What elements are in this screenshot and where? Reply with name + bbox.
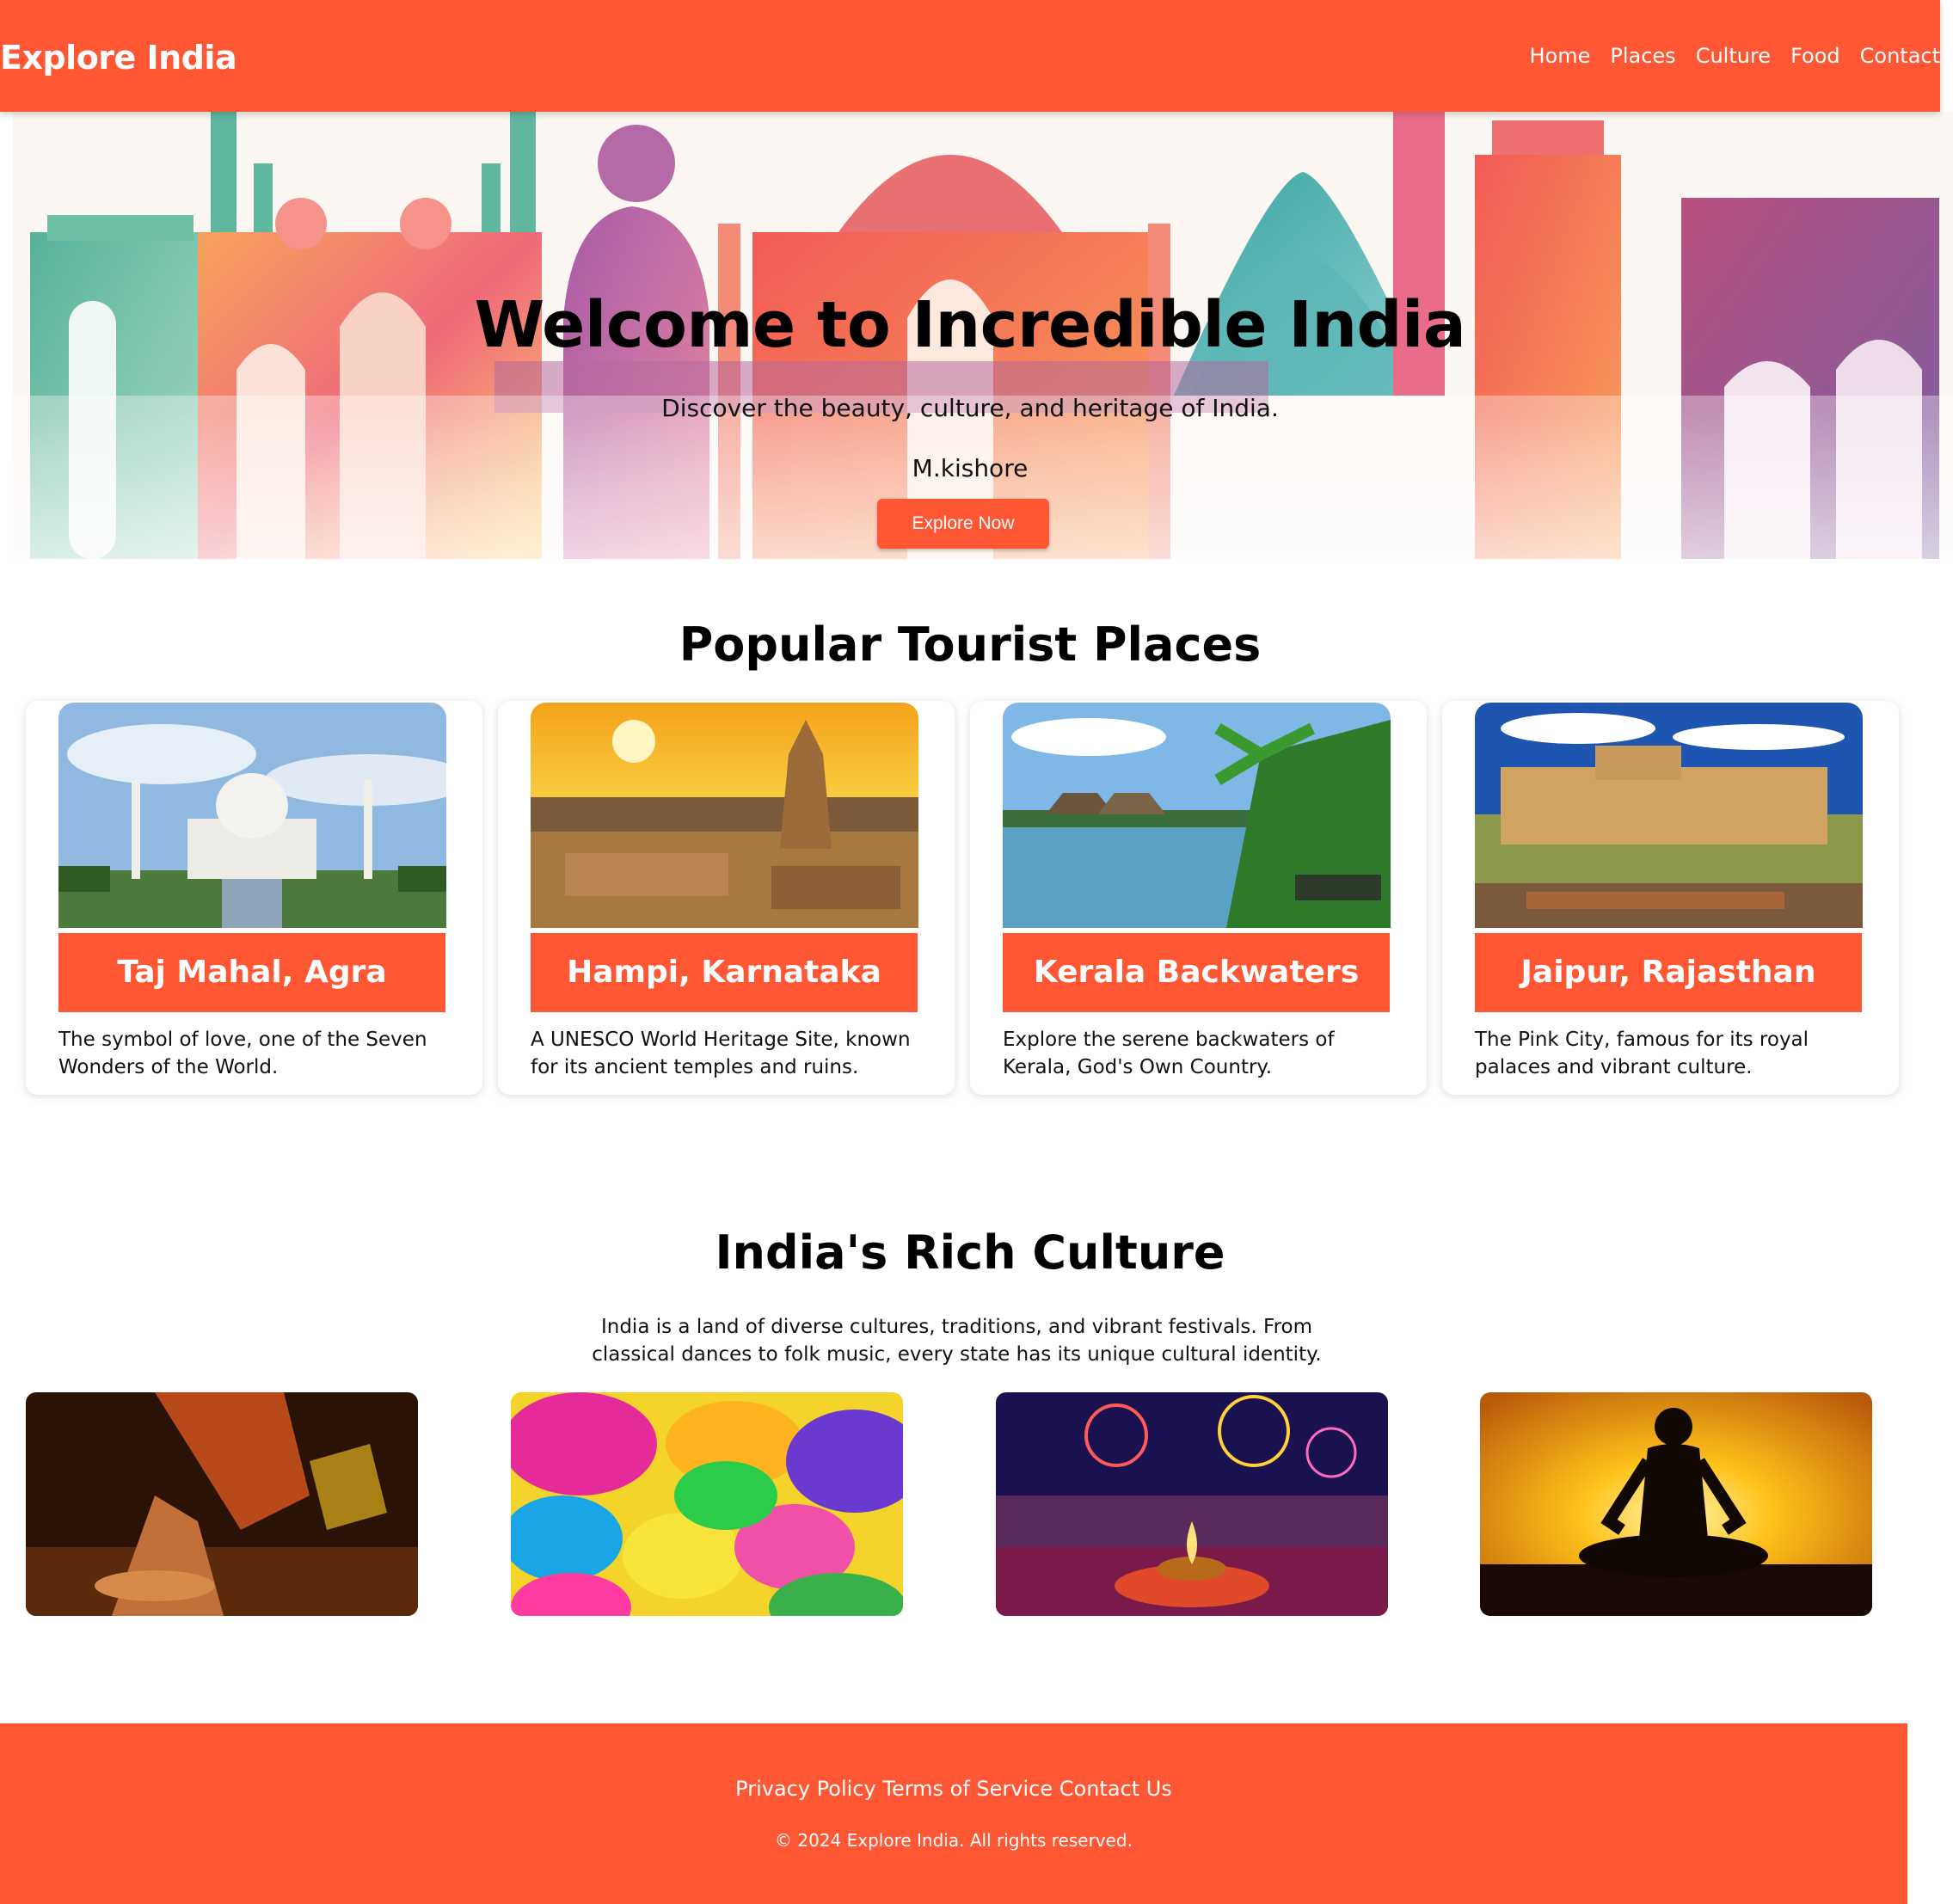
place-card-description: A UNESCO World Heritage Site, known for … [531, 1029, 911, 1078]
hero-author: M.kishore [912, 454, 1029, 482]
place-card-title: Jaipur, Rajasthan [1475, 933, 1862, 1012]
taj-mahal-photo [58, 703, 446, 928]
footer: Privacy Policy Terms of Service Contact … [0, 1723, 1907, 1904]
nav-links: Home Places Culture Food Contact [1510, 0, 1941, 112]
jaipur-fort-photo [1475, 703, 1863, 928]
place-card-description: The Pink City, famous for its royal pala… [1475, 1029, 1809, 1078]
place-card-jaipur[interactable]: Jaipur, Rajasthan The Pink City, famous … [1442, 701, 1899, 1095]
hero-title: Welcome to Incredible India [474, 288, 1466, 362]
place-card-hampi[interactable]: Hampi, Karnataka A UNESCO World Heritage… [498, 701, 955, 1095]
nav-link-home[interactable]: Home [1530, 44, 1591, 68]
place-card-title: Taj Mahal, Agra [58, 933, 445, 1012]
diwali-festival-photo [996, 1392, 1388, 1616]
nav-link-food[interactable]: Food [1790, 44, 1840, 68]
place-card-description: Explore the serene backwaters of Kerala,… [1003, 1029, 1335, 1078]
footer-link-privacy-policy[interactable]: Privacy Policy [735, 1777, 876, 1801]
place-card-taj-mahal[interactable]: Taj Mahal, Agra The symbol of love, one … [26, 701, 482, 1095]
hero-subtitle: Discover the beauty, culture, and herita… [661, 394, 1279, 422]
footer-link-terms-of-service[interactable]: Terms of Service [882, 1777, 1053, 1801]
culture-description: India is a land of diverse cultures, tra… [592, 1316, 1322, 1366]
place-card-kerala[interactable]: Kerala Backwaters Explore the serene bac… [970, 701, 1427, 1095]
explore-now-button[interactable]: Explore Now [877, 499, 1049, 549]
footer-link-contact-us[interactable]: Contact Us [1059, 1777, 1172, 1801]
place-card-title: Kerala Backwaters [1003, 933, 1390, 1012]
nav-link-places[interactable]: Places [1610, 44, 1675, 68]
navbar: Explore India Home Places Culture Food C… [0, 0, 1940, 112]
footer-links: Privacy Policy Terms of Service Contact … [0, 1777, 1907, 1801]
nav-link-culture[interactable]: Culture [1696, 44, 1771, 68]
brand-logo[interactable]: Explore India [0, 0, 237, 112]
footer-copyright: © 2024 Explore India. All rights reserve… [775, 1830, 1133, 1851]
place-card-description: The symbol of love, one of the Seven Won… [58, 1029, 427, 1078]
classical-dance-photo [26, 1392, 418, 1616]
nav-link-contact[interactable]: Contact [1860, 44, 1940, 68]
yoga-silhouette-photo [1480, 1392, 1872, 1616]
kerala-backwaters-photo [1003, 703, 1391, 928]
place-card-title: Hampi, Karnataka [531, 933, 918, 1012]
holi-colors-photo [511, 1392, 903, 1616]
culture-section-title: India's Rich Culture [715, 1225, 1225, 1280]
places-section-title: Popular Tourist Places [679, 617, 1262, 672]
hero-banner: Welcome to Incredible India Discover the… [13, 112, 1953, 559]
hampi-temple-photo [531, 703, 918, 928]
